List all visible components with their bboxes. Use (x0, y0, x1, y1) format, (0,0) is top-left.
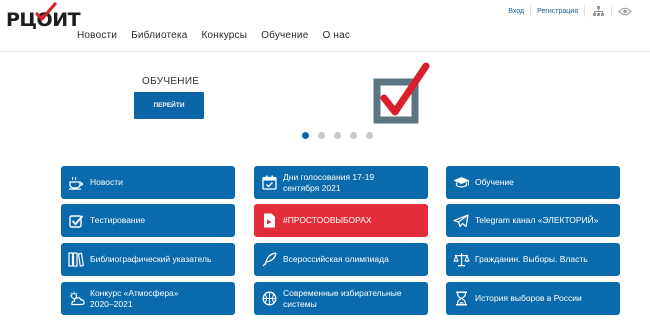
scales-icon (452, 251, 470, 269)
slider: ОБУЧЕНИЕ ПЕРЕЙТИ (0, 52, 650, 148)
main-nav: Новости Библиотека Конкурсы Обучение О н… (77, 30, 364, 41)
books-icon (67, 251, 85, 269)
ballot-check-icon (373, 62, 430, 124)
tile-label: Обучение (475, 177, 514, 188)
tile-news[interactable]: Новости (61, 166, 235, 199)
eye-icon[interactable] (612, 4, 638, 18)
tile-election-history[interactable]: История выборов в России (446, 282, 620, 315)
tile-electoral-systems[interactable]: Современные избирательные системы (254, 282, 428, 315)
tile-telegram[interactable]: Telegram канал «ЭЛЕКТОРИЙ» (446, 204, 620, 237)
nav-item-about[interactable]: О нас (322, 30, 350, 41)
nav-item-news[interactable]: Новости (77, 30, 117, 41)
graduation-cap-icon (452, 174, 470, 192)
logo-check-icon (35, 2, 57, 21)
tile-label: Конкурс «Атмосфера» 2020–2021 (90, 288, 179, 309)
hourglass-icon (452, 290, 470, 308)
tile-label: Всероссийская олимпиада (283, 254, 389, 265)
top-links: Вход Регистрация (502, 4, 638, 18)
slider-dot[interactable] (318, 132, 325, 139)
telegram-icon (452, 212, 470, 230)
slider-dot[interactable] (366, 132, 373, 139)
tile-atmosfera-contest[interactable]: Конкурс «Атмосфера» 2020–2021 (61, 282, 235, 315)
weather-icon (67, 290, 85, 308)
tile-bibliography[interactable]: Библиографический указатель (61, 243, 235, 276)
tile-label: Гражданин. Выборы. Власть (475, 254, 588, 265)
login-link[interactable]: Вход (502, 8, 530, 15)
tile-testing[interactable]: Тестирование (61, 204, 235, 237)
register-link[interactable]: Регистрация (531, 8, 584, 15)
tile-label: История выборов в России (475, 293, 582, 304)
slider-dots (302, 132, 373, 139)
nav-item-library[interactable]: Библиотека (131, 30, 187, 41)
tile-olympiad[interactable]: Всероссийская олимпиада (254, 243, 428, 276)
header: РЦОИТ Вход Регистрация Новости Библиотек… (0, 0, 650, 52)
nav-item-education[interactable]: Обучение (261, 30, 308, 41)
slider-dot[interactable] (334, 132, 341, 139)
checkbox-icon (67, 212, 85, 230)
tile-citizen[interactable]: Гражданин. Выборы. Власть (446, 243, 620, 276)
tile-label: Новости (90, 177, 123, 188)
tile-label: #ПРОСТООВЫБОРАХ (283, 215, 372, 226)
calendar-check-icon (260, 174, 278, 192)
tile-voting-days[interactable]: Дни голосования 17-19 сентября 2021 (254, 166, 428, 199)
tile-label: Telegram канал «ЭЛЕКТОРИЙ» (475, 215, 599, 226)
sitemap-icon[interactable] (585, 4, 611, 18)
tile-label: Тестирование (90, 215, 146, 226)
tile-label: Современные избирательные системы (283, 288, 402, 309)
slide-title: ОБУЧЕНИЕ (142, 76, 200, 87)
tile-education[interactable]: Обучение (446, 166, 620, 199)
tile-prostoovyborakh[interactable]: #ПРОСТООВЫБОРАХ (254, 204, 428, 237)
nav-item-contests[interactable]: Конкурсы (202, 30, 248, 41)
basketball-icon (260, 290, 278, 308)
slide-go-button[interactable]: ПЕРЕЙТИ (134, 92, 204, 119)
youtube-icon (260, 212, 278, 230)
feather-icon (260, 251, 278, 269)
slider-dot[interactable] (302, 132, 309, 139)
tile-label: Дни голосования 17-19 сентября 2021 (283, 172, 375, 193)
tile-label: Библиографический указатель (90, 254, 212, 265)
slider-dot[interactable] (350, 132, 357, 139)
cup-icon (67, 174, 85, 192)
